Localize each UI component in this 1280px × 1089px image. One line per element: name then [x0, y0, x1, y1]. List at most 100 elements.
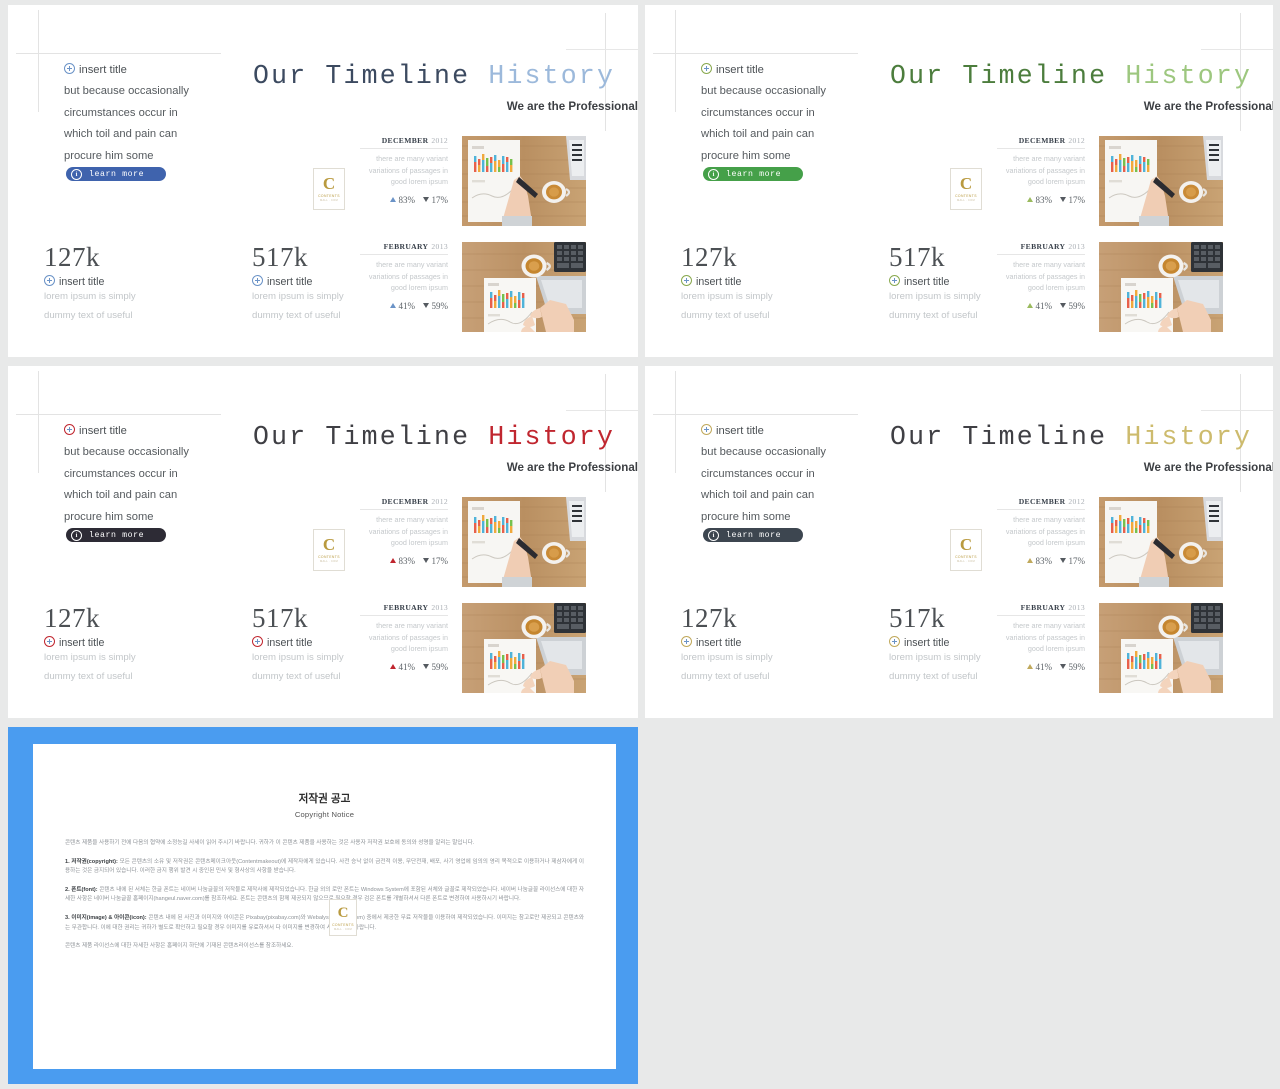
- timeline-text: FEBRUARY 2013 there are many variant vari…: [997, 242, 1085, 311]
- stat-number: 127k: [44, 242, 100, 272]
- badge-line-2: MALL . COM: [320, 560, 338, 563]
- plus-circle-icon: [64, 63, 75, 74]
- timeline-entry: FEBRUARY 2013 there are many variant vari…: [360, 603, 634, 709]
- timeline-text: DECEMBER 2012 there are many variant vari…: [360, 136, 448, 205]
- triangle-up-icon: [390, 663, 396, 669]
- timeline-date: DECEMBER 2012: [997, 136, 1085, 145]
- bullet-label: insert title: [716, 425, 764, 437]
- timeline-photo: [1099, 136, 1223, 226]
- timeline-month: DECEMBER: [381, 497, 429, 506]
- metric-down: 17%: [1060, 556, 1085, 566]
- timeline-list: DECEMBER 2012 there are many variant vari…: [997, 136, 1271, 348]
- plus-circle-icon: [252, 636, 263, 647]
- timeline-month: FEBRUARY: [1020, 603, 1066, 612]
- copyright-section-2: 2. 폰트(font): 콘텐츠 내에 된 서체는 한글 폰트는 네이버 나눔글…: [65, 886, 584, 905]
- badge-line-2: MALL . COM: [957, 199, 975, 202]
- timeline-description: there are many variant variations of pas…: [368, 515, 448, 548]
- brand-badge: C CONTENTS MALL . COM: [313, 529, 345, 571]
- section-2-label: 2. 폰트(font):: [65, 886, 98, 893]
- timeline-metrics: 83% 17%: [360, 195, 448, 205]
- decor-line-horizontal-right: [566, 410, 638, 411]
- stats-row: 127k insert title lorem ipsum is simply …: [681, 243, 1009, 325]
- decor-line-horizontal-left: [16, 53, 221, 54]
- triangle-up-icon: [390, 196, 396, 202]
- learn-more-button[interactable]: i learn more: [66, 528, 166, 542]
- stat-block: 127k insert title lorem ipsum is simply …: [681, 243, 801, 325]
- timeline-divider: [360, 254, 448, 255]
- metric-up: 41%: [1027, 662, 1052, 672]
- metric-up: 83%: [1027, 556, 1052, 566]
- decor-line-horizontal-right: [1201, 410, 1273, 411]
- timeline-date: FEBRUARY 2013: [360, 242, 448, 251]
- bullet-label: which toil and pain can: [701, 128, 815, 141]
- triangle-up-icon: [390, 302, 396, 308]
- timeline-month: DECEMBER: [381, 136, 429, 145]
- timeline-metrics: 41% 59%: [997, 662, 1085, 672]
- slide-gold[interactable]: Our Timeline History We are the Professi…: [645, 366, 1273, 718]
- bullet-item: which toil and pain can: [701, 485, 916, 506]
- slide-grid: Our Timeline History We are the Professi…: [0, 0, 1280, 1089]
- timeline-date: DECEMBER 2012: [997, 497, 1085, 506]
- learn-more-label: learn more: [726, 530, 782, 540]
- stat-title: insert title: [44, 275, 164, 288]
- bullet-item: but because occasionally: [64, 81, 279, 102]
- slide-red[interactable]: Our Timeline History We are the Professi…: [8, 366, 638, 718]
- slide-blue[interactable]: Our Timeline History We are the Professi…: [8, 5, 638, 357]
- bullet-label: insert title: [716, 64, 764, 76]
- timeline-metrics: 83% 17%: [997, 195, 1085, 205]
- stats-row: 127k insert title lorem ipsum is simply …: [44, 604, 372, 686]
- learn-more-button[interactable]: i learn more: [703, 528, 803, 542]
- metric-up: 83%: [1027, 195, 1052, 205]
- decor-line-horizontal-left: [653, 414, 858, 415]
- timeline-entry: FEBRUARY 2013 there are many variant vari…: [360, 242, 634, 348]
- badge-letter: C: [959, 174, 973, 193]
- timeline-divider: [997, 615, 1085, 616]
- stat-line-1: lorem ipsum is simply: [889, 652, 981, 663]
- stats-row: 127k insert title lorem ipsum is simply …: [681, 604, 1009, 686]
- stat-title: insert title: [252, 636, 372, 649]
- copyright-title-ko: 저작권 공고: [298, 793, 351, 805]
- timeline-list: DECEMBER 2012 there are many variant vari…: [997, 497, 1271, 709]
- triangle-up-icon: [390, 557, 396, 563]
- stat-line-2: dummy text of useful: [44, 670, 133, 682]
- learn-more-button[interactable]: i learn more: [703, 167, 803, 181]
- timeline-month: DECEMBER: [1018, 497, 1066, 506]
- badge-letter: C: [322, 174, 336, 193]
- stat-line-2: dummy text of useful: [889, 309, 978, 321]
- timeline-entry: FEBRUARY 2013 there are many variant vari…: [997, 242, 1271, 348]
- copyright-section-3: 3. 이미지(image) & 아이콘(icon): 콘텐츠 내에 된 사진과 …: [65, 914, 584, 933]
- title-main: Our Timeline: [253, 422, 471, 452]
- bullet-label: circumstances occur in: [701, 467, 815, 480]
- bullet-item: procure him some: [64, 146, 279, 167]
- triangle-up-icon: [1027, 196, 1033, 202]
- info-icon: i: [708, 168, 719, 180]
- learn-more-button[interactable]: i learn more: [66, 167, 166, 181]
- decor-line-vertical-left: [675, 371, 676, 473]
- bullet-list: insert title but because occasionally circ…: [701, 421, 916, 528]
- timeline-date: FEBRUARY 2013: [997, 242, 1085, 251]
- bullet-label: circumstances occur in: [64, 467, 178, 480]
- metric-up: 83%: [390, 556, 415, 566]
- decor-line-horizontal-right: [1201, 49, 1273, 50]
- timeline-photo: [462, 136, 586, 226]
- info-icon: i: [708, 529, 719, 541]
- triangle-down-icon: [423, 557, 429, 563]
- timeline-month: FEBRUARY: [383, 242, 429, 251]
- bullet-item: circumstances occur in: [64, 103, 279, 124]
- stat-block: 127k insert title lorem ipsum is simply …: [681, 604, 801, 686]
- stat-line-1: lorem ipsum is simply: [44, 652, 136, 663]
- slide-copyright-notice[interactable]: 저작권 공고 Copyright Notice 콘텐츠 제품을 사용하기 전에 …: [8, 727, 638, 1084]
- timeline-year: 2013: [431, 603, 448, 612]
- timeline-metrics: 41% 59%: [997, 301, 1085, 311]
- bullet-label: but because occasionally: [64, 446, 190, 459]
- triangle-down-icon: [423, 196, 429, 202]
- timeline-year: 2012: [1068, 497, 1085, 506]
- timeline-year: 2012: [1068, 136, 1085, 145]
- bullet-item: insert title: [701, 421, 916, 442]
- timeline-photo: [462, 497, 586, 587]
- timeline-date: DECEMBER 2012: [360, 136, 448, 145]
- bullet-item: which toil and pain can: [701, 124, 916, 145]
- slide-green[interactable]: Our Timeline History We are the Professi…: [645, 5, 1273, 357]
- bullet-item: insert title: [701, 60, 916, 81]
- timeline-date: DECEMBER 2012: [360, 497, 448, 506]
